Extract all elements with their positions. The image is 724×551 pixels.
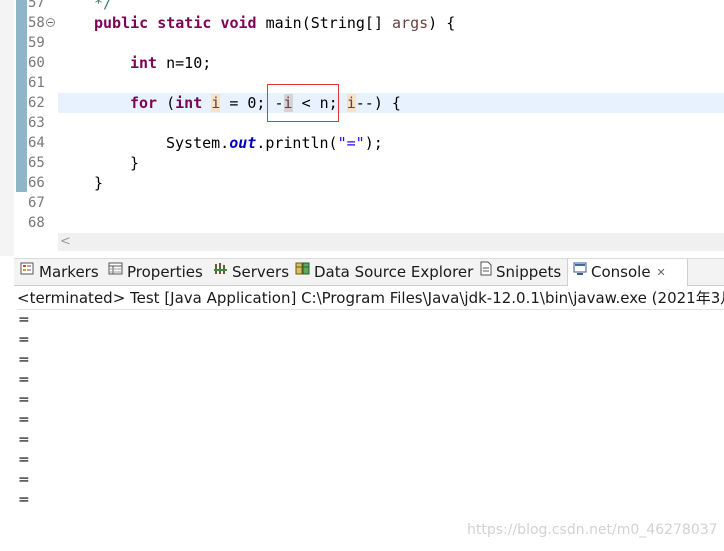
code-text: } (94, 174, 104, 192)
console-output-line: = (18, 432, 30, 448)
variable-occurrence: i (211, 94, 221, 112)
properties-icon (108, 258, 124, 285)
code-line[interactable]: 64 System.out.println("="); (0, 133, 724, 153)
eclipse-window: 57 */ 58 public static void main(String[… (0, 0, 724, 551)
tab-properties[interactable]: Properties (108, 259, 203, 286)
code-text: main(String[] (256, 14, 393, 32)
console-output-line: = (18, 372, 30, 388)
line-number: 57 (28, 0, 45, 11)
bottom-panel-tabs: Markers Properties Servers Data Source E… (14, 258, 724, 287)
parameter: args (392, 14, 429, 32)
line-number: 61 (28, 75, 45, 91)
markers-icon (20, 258, 36, 285)
code-line[interactable]: 68 (0, 213, 724, 233)
code-line[interactable]: 59 (0, 33, 724, 53)
snippets-icon (479, 258, 493, 285)
console-output-line: = (18, 392, 30, 408)
console-output-line: = (18, 312, 30, 328)
servers-icon (213, 258, 229, 285)
console-view[interactable]: <terminated> Test [Java Application] C:\… (14, 286, 724, 551)
console-output-line: = (18, 412, 30, 428)
keyword: for (130, 94, 158, 112)
code-text: .println( (256, 134, 338, 152)
tab-label: Snippets (496, 263, 562, 281)
scroll-left-arrow-icon[interactable]: < (60, 233, 71, 250)
code-line[interactable]: 62 for (int i = 0; -i < n; i--) { (0, 93, 724, 113)
keyword: static (157, 14, 212, 32)
string-literal: "=" (337, 134, 365, 152)
tab-label: Data Source Explorer (314, 263, 474, 281)
keyword: int (130, 54, 158, 72)
line-number: 68 (28, 215, 45, 231)
line-number: 60 (28, 55, 45, 71)
code-text: System. (166, 134, 230, 152)
code-text: ); (364, 134, 383, 152)
code-text: ( (157, 94, 176, 112)
code-line[interactable]: 57 */ (0, 0, 724, 13)
data-source-explorer-icon (295, 258, 311, 285)
static-field: out (229, 134, 257, 152)
code-text: } (130, 154, 140, 172)
fold-collapse-icon[interactable] (46, 18, 55, 27)
keyword: int (175, 94, 203, 112)
line-number: 59 (28, 35, 45, 51)
line-number: 67 (28, 195, 45, 211)
code-line[interactable]: 67 (0, 193, 724, 213)
tab-label: Console (591, 263, 651, 281)
tab-label: Servers (232, 263, 290, 281)
code-line[interactable]: 65 } (0, 153, 724, 173)
code-line[interactable]: 66 } (0, 173, 724, 193)
code-line[interactable]: 60 int n=10; (0, 53, 724, 73)
keyword: public (94, 14, 149, 32)
code-editor[interactable]: 57 */ 58 public static void main(String[… (0, 0, 724, 256)
line-number: 65 (28, 155, 45, 171)
comment-text: */ (94, 0, 113, 12)
variable-occurrence: i (346, 94, 356, 112)
line-number: 62 (28, 95, 45, 111)
keyword: void (220, 14, 257, 32)
code-text: --) { (355, 94, 401, 112)
console-output-line: = (18, 452, 30, 468)
tab-markers[interactable]: Markers (20, 259, 99, 286)
code-text: n=10; (157, 54, 212, 72)
code-line[interactable]: 63 (0, 113, 724, 133)
console-output-line: = (18, 492, 30, 508)
console-output-line: = (18, 352, 30, 368)
tab-data-source-explorer[interactable]: Data Source Explorer (295, 259, 473, 286)
code-line[interactable]: 58 public static void main(String[] args… (0, 13, 724, 33)
tab-snippets[interactable]: Snippets (479, 259, 561, 286)
tab-servers[interactable]: Servers (213, 259, 289, 286)
code-line[interactable]: 61 (0, 73, 724, 93)
console-output-line: = (18, 472, 30, 488)
line-number: 63 (28, 115, 45, 131)
close-icon[interactable]: ✕ (657, 259, 666, 286)
console-icon (573, 258, 588, 285)
console-output-line: = (18, 332, 30, 348)
code-text: ) { (428, 14, 456, 32)
highlight-annotation-box (267, 84, 339, 122)
line-number: 66 (28, 175, 45, 191)
tab-console[interactable]: Console ✕ (567, 259, 688, 287)
horizontal-scrollbar[interactable]: < (58, 233, 724, 251)
line-number: 64 (28, 135, 45, 151)
tab-label: Properties (127, 263, 203, 281)
tab-label: Markers (39, 263, 99, 281)
console-status-text: <terminated> Test [Java Application] C:\… (17, 287, 724, 310)
watermark-text: https://blog.csdn.net/m0_46278037 (467, 522, 718, 538)
